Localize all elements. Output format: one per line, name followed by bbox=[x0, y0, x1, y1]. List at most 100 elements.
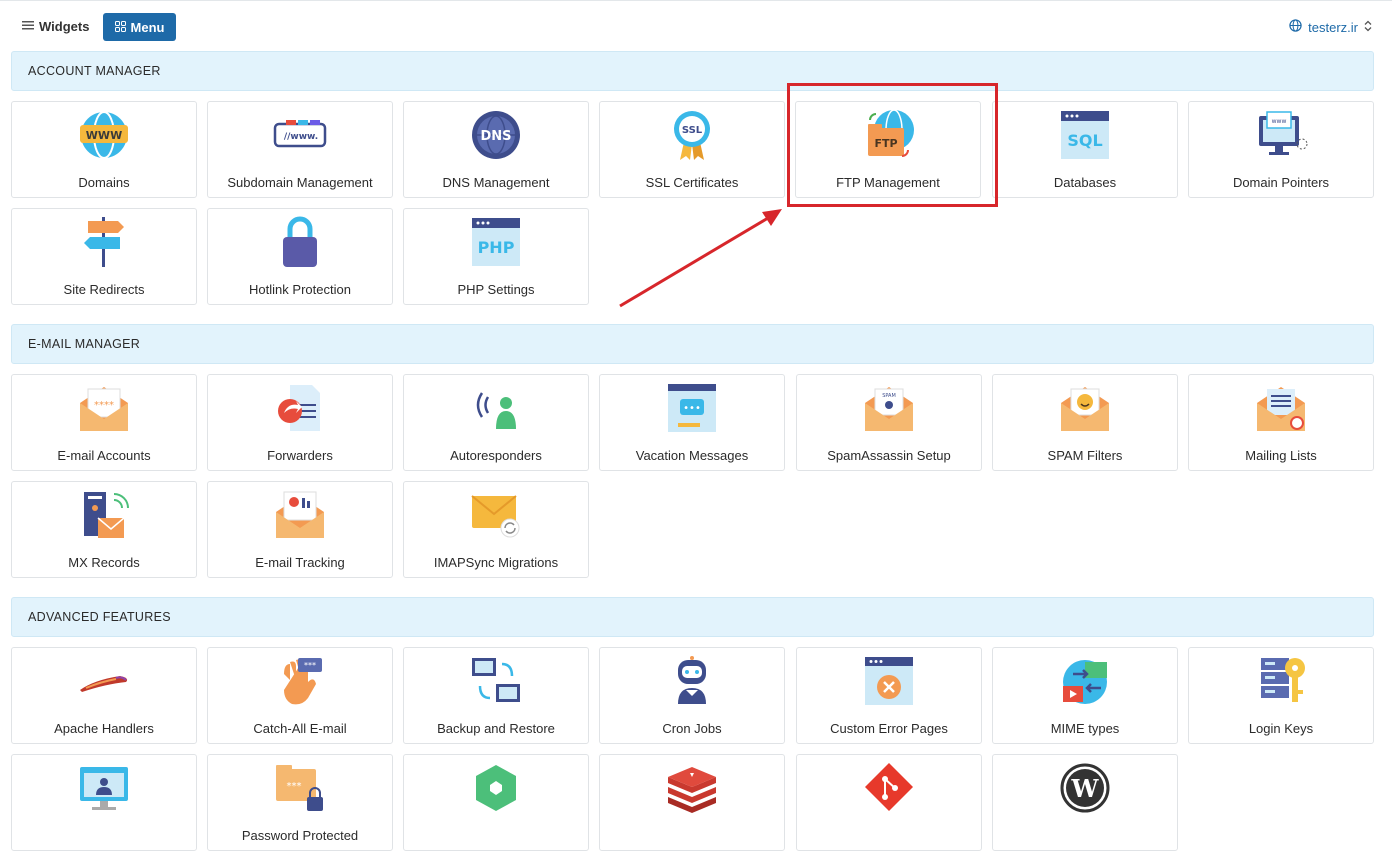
tile-forwarders[interactable]: Forwarders bbox=[207, 374, 393, 471]
monitor-sync-icon bbox=[404, 654, 588, 708]
tile-wordpress[interactable]: W bbox=[992, 754, 1178, 851]
apache-feather-icon bbox=[12, 654, 196, 708]
www-globe-icon: WWW bbox=[12, 108, 196, 162]
tile-label: Subdomain Management bbox=[227, 175, 373, 190]
media-globe-icon bbox=[993, 654, 1177, 708]
hexagon-icon bbox=[404, 761, 588, 815]
tile-spamassassin-setup[interactable]: SPAM SpamAssassin Setup bbox=[796, 374, 982, 471]
svg-text:****: **** bbox=[94, 400, 114, 411]
tile-label: MIME types bbox=[1050, 721, 1120, 736]
widgets-button[interactable]: Widgets bbox=[14, 13, 97, 40]
tile-hotlink-protection[interactable]: Hotlink Protection bbox=[207, 208, 393, 305]
svg-text:SSL: SSL bbox=[682, 125, 703, 136]
tile-spam-filters[interactable]: SPAM Filters bbox=[992, 374, 1178, 471]
person-broadcast-icon bbox=[404, 381, 588, 435]
tile-mx-records[interactable]: MX Records bbox=[11, 481, 197, 578]
tile-site-redirects[interactable]: Site Redirects bbox=[11, 208, 197, 305]
tile-backup-and-restore[interactable]: Backup and Restore bbox=[403, 647, 589, 744]
menu-button[interactable]: Menu bbox=[103, 13, 176, 41]
spam-envelope-icon: SPAM bbox=[797, 381, 981, 435]
tile-custom-error-pages[interactable]: Custom Error Pages bbox=[796, 647, 982, 744]
envelope-password-icon: **** bbox=[12, 381, 196, 435]
svg-text:www: www bbox=[1272, 118, 1287, 125]
tile-label: Domain Pointers bbox=[1232, 175, 1330, 190]
tile-ssl-certificates[interactable]: SSL SSL Certificates bbox=[599, 101, 785, 198]
git-icon bbox=[797, 761, 981, 815]
list-icon bbox=[22, 19, 34, 34]
tile-monitor-user[interactable] bbox=[11, 754, 197, 851]
tile-email-accounts[interactable]: **** E-mail Accounts bbox=[11, 374, 197, 471]
tile-imapsync-migrations[interactable]: IMAPSync Migrations bbox=[403, 481, 589, 578]
tile-email-tracking[interactable]: E-mail Tracking bbox=[207, 481, 393, 578]
tile-apache-handlers[interactable]: Apache Handlers bbox=[11, 647, 197, 744]
tile-subdomain-management[interactable]: //www. Subdomain Management bbox=[207, 101, 393, 198]
tile-label: Domains bbox=[78, 175, 130, 190]
tile-autoresponders[interactable]: Autoresponders bbox=[403, 374, 589, 471]
monitor-user-icon bbox=[12, 761, 196, 815]
tile-vacation-messages[interactable]: ••• Vacation Messages bbox=[599, 374, 785, 471]
tile-label: Catch-All E-mail bbox=[253, 721, 347, 736]
tile-label: E-mail Tracking bbox=[255, 555, 345, 570]
svg-text:•••: ••• bbox=[683, 403, 701, 414]
padlock-icon bbox=[208, 215, 392, 269]
svg-text://www.: //www. bbox=[284, 132, 318, 142]
tile-label: Password Protected bbox=[241, 828, 359, 843]
tile-label: E-mail Accounts bbox=[57, 448, 151, 463]
grid-icon bbox=[114, 20, 126, 35]
tile-label: SpamAssassin Setup bbox=[827, 448, 951, 463]
widgets-label: Widgets bbox=[39, 19, 90, 34]
svg-text:DNS: DNS bbox=[480, 129, 511, 144]
tile-domain-pointers[interactable]: www Domain Pointers bbox=[1188, 101, 1374, 198]
tile-label: Login Keys bbox=[1248, 721, 1314, 736]
signpost-icon bbox=[12, 215, 196, 269]
tile-domains[interactable]: WWW Domains bbox=[11, 101, 197, 198]
wordpress-icon: W bbox=[993, 761, 1177, 815]
tile-label: Hotlink Protection bbox=[249, 282, 351, 297]
tile-label: Cron Jobs bbox=[662, 721, 722, 736]
svg-text:SPAM: SPAM bbox=[882, 393, 896, 399]
tile-mailing-lists[interactable]: Mailing Lists bbox=[1188, 374, 1374, 471]
tile-nodejs[interactable] bbox=[403, 754, 589, 851]
subdomain-url-icon: //www. bbox=[208, 108, 392, 162]
svg-text:FTP: FTP bbox=[874, 137, 897, 150]
domain-selector[interactable]: testerz.ir bbox=[1289, 19, 1372, 35]
tile-label: Mailing Lists bbox=[1245, 448, 1317, 463]
php-window-icon: PHP bbox=[404, 215, 588, 269]
tile-databases[interactable]: SQL Databases bbox=[992, 101, 1178, 198]
tile-catch-all-email[interactable]: *** Catch-All E-mail bbox=[207, 647, 393, 744]
tile-label: SPAM Filters bbox=[1047, 448, 1123, 463]
mailing-list-envelope-icon bbox=[1189, 381, 1373, 435]
folder-lock-icon: *** bbox=[208, 761, 392, 815]
sql-window-icon: SQL bbox=[993, 108, 1177, 162]
tile-label: Backup and Restore bbox=[437, 721, 555, 736]
tile-password-protected[interactable]: *** Password Protected bbox=[207, 754, 393, 851]
ssl-badge-icon: SSL bbox=[600, 108, 784, 162]
tile-label: Autoresponders bbox=[450, 448, 542, 463]
dns-globe-icon: DNS bbox=[404, 108, 588, 162]
svg-text:SQL: SQL bbox=[1067, 131, 1102, 150]
tile-label: Apache Handlers bbox=[54, 721, 154, 736]
globe-icon bbox=[1289, 19, 1302, 35]
section-advanced-features: ADVANCED FEATURES bbox=[11, 597, 1374, 637]
tile-dns-management[interactable]: DNS DNS Management bbox=[403, 101, 589, 198]
tile-redis[interactable] bbox=[599, 754, 785, 851]
tile-mime-types[interactable]: MIME types bbox=[992, 647, 1178, 744]
ftp-folder-icon: FTP bbox=[796, 108, 980, 162]
error-window-icon bbox=[797, 654, 981, 708]
svg-text:***: *** bbox=[304, 661, 316, 670]
tile-label: Forwarders bbox=[267, 448, 333, 463]
chat-window-icon: ••• bbox=[600, 381, 784, 435]
tile-label: SSL Certificates bbox=[645, 175, 739, 190]
tile-cron-jobs[interactable]: Cron Jobs bbox=[599, 647, 785, 744]
tile-label: FTP Management bbox=[836, 175, 940, 190]
smiley-envelope-icon bbox=[993, 381, 1177, 435]
tile-login-keys[interactable]: Login Keys bbox=[1188, 647, 1374, 744]
tile-php-settings[interactable]: PHP PHP Settings bbox=[403, 208, 589, 305]
tile-label: Custom Error Pages bbox=[830, 721, 948, 736]
menu-label: Menu bbox=[130, 19, 165, 35]
tile-ftp-management[interactable]: FTP FTP Management bbox=[795, 101, 981, 198]
chart-envelope-icon bbox=[208, 488, 392, 542]
svg-text:***: *** bbox=[287, 781, 302, 792]
tile-git[interactable] bbox=[796, 754, 982, 851]
top-bar: Widgets Menu testerz.ir bbox=[0, 0, 1392, 50]
